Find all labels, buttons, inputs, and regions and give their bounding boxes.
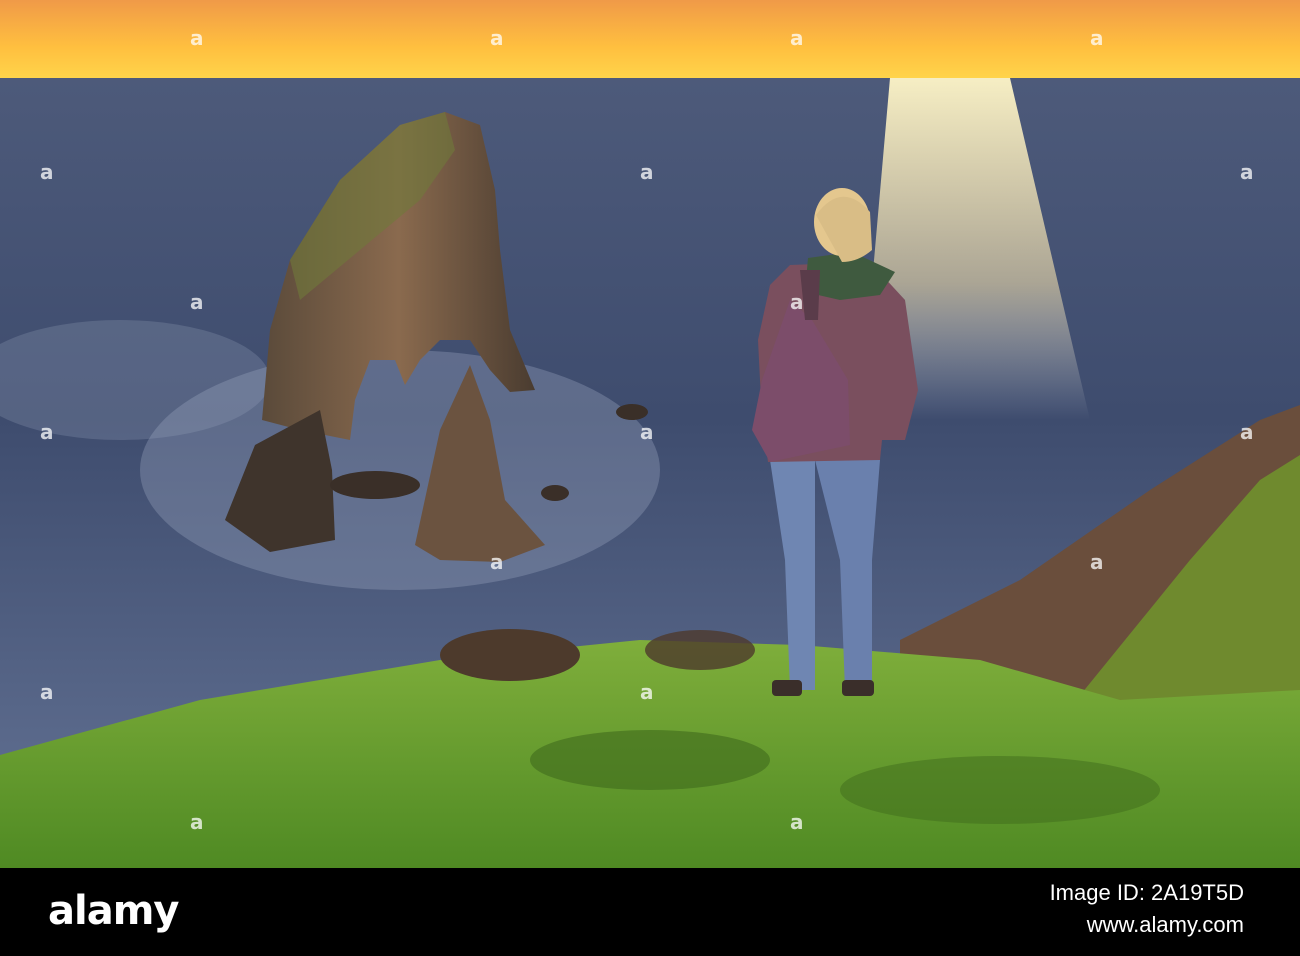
photo-stage: a a a a a a a a a a a a a a a a a a alam… — [0, 0, 1300, 956]
watermark-mark: a — [190, 810, 204, 834]
watermark-mark: a — [40, 680, 54, 704]
watermark-mark: a — [40, 160, 54, 184]
image-id-label: Image ID: 2A19T5D — [1049, 880, 1244, 905]
watermark-mark: a — [790, 290, 804, 314]
watermark-mark: a — [190, 290, 204, 314]
brand-logo: alamy — [48, 888, 179, 934]
watermark-mark: a — [790, 810, 804, 834]
website-link[interactable]: www.alamy.com — [1087, 912, 1244, 938]
heather-clump — [645, 630, 755, 670]
watermark-mark: a — [40, 420, 54, 444]
small-rock — [541, 485, 569, 501]
watermark-mark: a — [490, 550, 504, 574]
watermark-mark: a — [640, 420, 654, 444]
watermark-mark: a — [1240, 160, 1254, 184]
low-rock — [330, 471, 420, 499]
watermark-mark: a — [1090, 26, 1104, 50]
watermark-mark: a — [1090, 550, 1104, 574]
watermark-mark: a — [1240, 420, 1254, 444]
watermark-mark: a — [790, 26, 804, 50]
watermark-mark: a — [640, 160, 654, 184]
watermark-mark: a — [640, 680, 654, 704]
footer-bar: alamy Image ID: 2A19T5D www.alamy.com — [0, 868, 1300, 956]
watermark-mark: a — [190, 26, 204, 50]
grass-shadow — [530, 730, 770, 790]
grass-shadow — [840, 756, 1160, 824]
small-rock — [616, 404, 648, 420]
heather-clump — [440, 629, 580, 681]
watermark-mark: a — [490, 26, 504, 50]
